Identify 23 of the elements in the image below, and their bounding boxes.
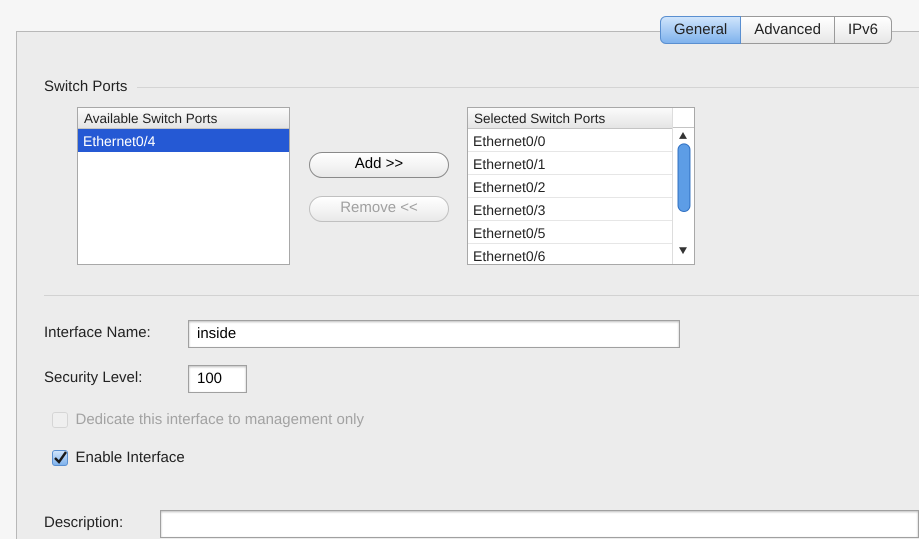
port-item[interactable]: Ethernet0/2 [468, 174, 672, 198]
tab[interactable]: General [660, 16, 742, 44]
port-item[interactable]: Ethernet0/4 [78, 128, 289, 152]
port-item[interactable]: Ethernet0/6 [468, 244, 672, 264]
description-field[interactable] [160, 510, 919, 538]
checkbox-label: Enable Interface [76, 448, 185, 468]
add-button[interactable]: Add >> [309, 152, 449, 178]
checkbox[interactable] [52, 450, 68, 466]
section-title: Switch Ports [44, 77, 128, 97]
port-item[interactable]: Ethernet0/1 [468, 152, 672, 174]
field-label: Description: [44, 513, 124, 534]
column-header: Selected Switch Ports [468, 108, 672, 128]
tab[interactable]: Advanced [741, 16, 835, 44]
field-label: Interface Name: [44, 323, 152, 344]
checkbox-label: Dedicate this interface to management only [76, 410, 364, 430]
name-field[interactable]: inside [188, 320, 680, 348]
column-header: Available Switch Ports [78, 108, 289, 128]
port-item[interactable]: Ethernet0/0 [468, 128, 672, 152]
port-item[interactable]: Ethernet0/5 [468, 220, 672, 244]
field-label: Security Level: [44, 368, 144, 388]
level-field[interactable]: 100 [188, 364, 247, 392]
port-item[interactable]: Ethernet0/3 [468, 198, 672, 220]
tab[interactable]: IPv6 [834, 16, 892, 44]
